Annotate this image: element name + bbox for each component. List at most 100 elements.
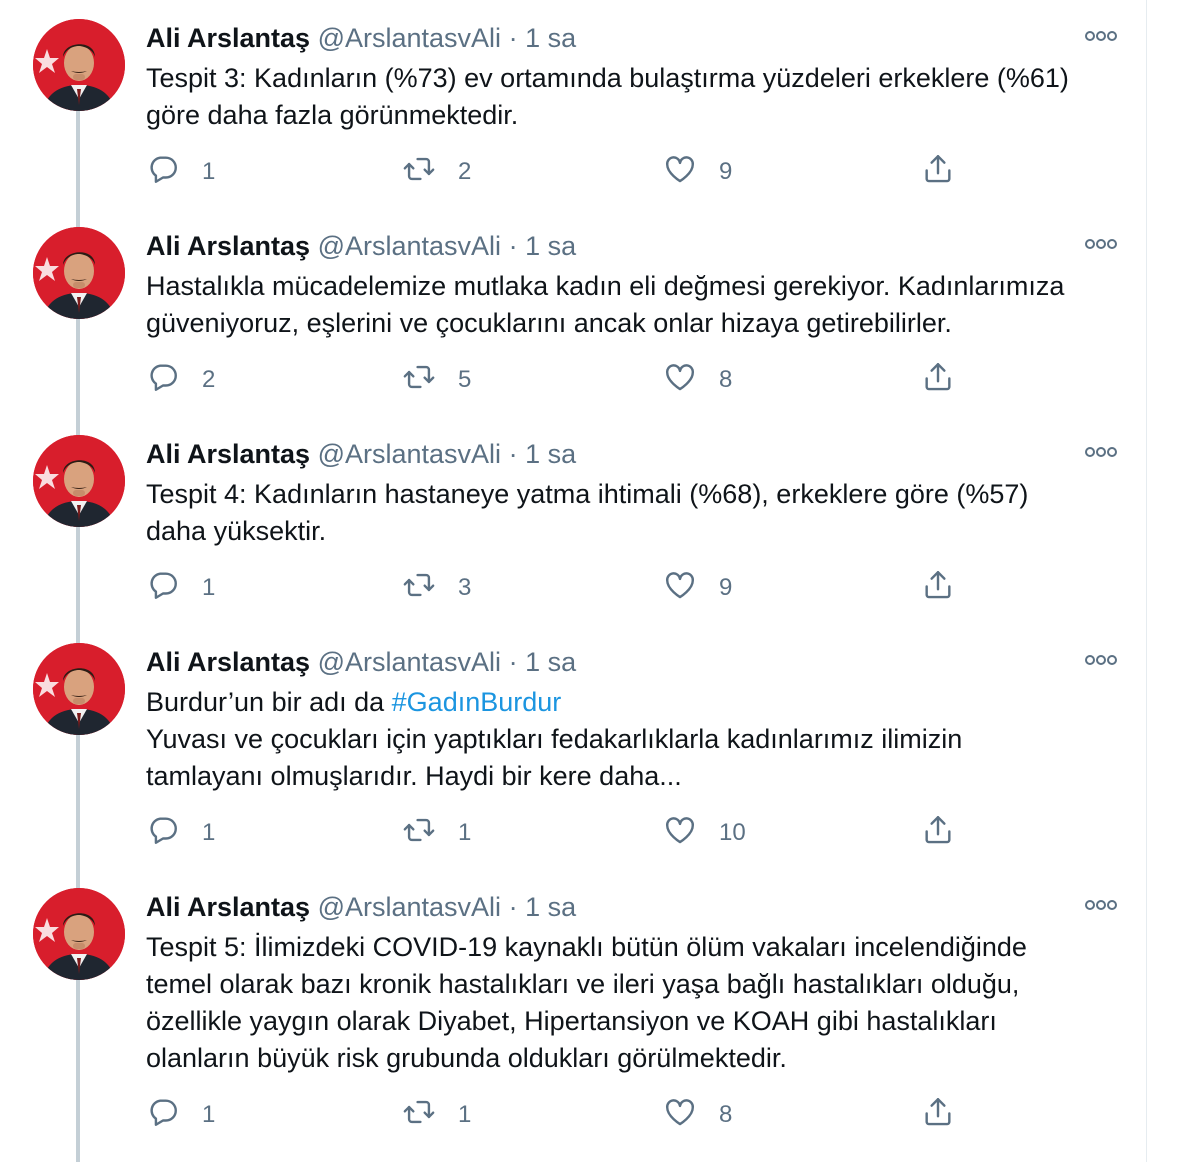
like-icon: [663, 568, 697, 609]
tweet-text: Hastalıkla mücadelemize mutlaka kadın el…: [146, 268, 1136, 342]
tweet-text-line: olanların büyük risk grubunda oldukları …: [146, 1043, 787, 1073]
like-button[interactable]: 9: [663, 152, 732, 192]
tweet[interactable]: Ali Arslantaş @ArslantasvAli · 1 sa Tesp…: [0, 0, 1146, 208]
timestamp[interactable]: 1 sa: [525, 23, 576, 53]
retweet-icon: [402, 1095, 436, 1136]
hashtag-link[interactable]: #GadınBurdur: [392, 687, 562, 717]
reply-button[interactable]: 1: [146, 1095, 215, 1135]
author-name[interactable]: Ali Arslantaş: [146, 892, 310, 922]
tweet-text-line: Yuvası ve çocukları için yaptıkları feda…: [146, 724, 963, 754]
tweet-text-line: Hastalıkla mücadelemize mutlaka kadın el…: [146, 271, 1065, 301]
thread-line: [76, 734, 80, 869]
reply-button[interactable]: 1: [146, 813, 215, 853]
retweet-button[interactable]: 5: [402, 360, 471, 400]
avatar[interactable]: [33, 435, 125, 527]
like-button[interactable]: 10: [663, 813, 746, 853]
like-count: 9: [719, 574, 733, 601]
tweet-actions: 1 1 10: [146, 813, 1046, 853]
retweet-count: 2: [458, 158, 472, 185]
retweet-button[interactable]: 1: [402, 813, 471, 853]
author-name[interactable]: Ali Arslantaş: [146, 647, 310, 677]
more-icon[interactable]: [1083, 897, 1119, 913]
reply-button[interactable]: 2: [146, 360, 215, 400]
reply-icon: [146, 152, 180, 193]
tweet-text: Tespit 5: İlimizdeki COVID-19 kaynaklı b…: [146, 929, 1136, 1077]
like-button[interactable]: 9: [663, 568, 732, 608]
share-button[interactable]: [921, 568, 955, 608]
share-button[interactable]: [921, 813, 955, 853]
like-icon: [663, 1095, 697, 1136]
reply-icon: [146, 568, 180, 609]
reply-count: 1: [202, 819, 216, 846]
tweet-text-line: daha yüksektir.: [146, 516, 327, 546]
share-button[interactable]: [921, 1095, 955, 1135]
reply-count: 2: [202, 366, 216, 393]
reply-button[interactable]: 1: [146, 568, 215, 608]
share-button[interactable]: [921, 152, 955, 192]
author-handle[interactable]: @ArslantasvAli: [318, 23, 501, 53]
tweet-actions: 1 2 9: [146, 152, 1046, 192]
timestamp[interactable]: 1 sa: [525, 892, 576, 922]
tweet-text: Tespit 3: Kadınların (%73) ev ortamında …: [146, 60, 1136, 134]
tweet-text-prefix: Burdur’un bir adı da: [146, 687, 392, 717]
author-handle[interactable]: @ArslantasvAli: [318, 439, 501, 469]
author-name[interactable]: Ali Arslantaş: [146, 231, 310, 261]
author-handle[interactable]: @ArslantasvAli: [318, 231, 501, 261]
retweet-button[interactable]: 1: [402, 1095, 471, 1135]
more-icon[interactable]: [1083, 28, 1119, 44]
like-count: 10: [719, 819, 746, 846]
more-icon[interactable]: [1083, 444, 1119, 460]
separator-dot: ·: [508, 892, 518, 922]
tweet[interactable]: Ali Arslantaş @ArslantasvAli · 1 sa Tesp…: [0, 416, 1146, 624]
like-button[interactable]: 8: [663, 1095, 732, 1135]
author-name[interactable]: Ali Arslantaş: [146, 439, 310, 469]
thread-line: [76, 526, 80, 624]
tweet-text-line: tamlayanı olmuşlarıdır. Haydi bir kere d…: [146, 761, 682, 791]
separator-dot: ·: [508, 231, 518, 261]
tweet-actions: 1 3 9: [146, 568, 1046, 608]
tweet[interactable]: Ali Arslantaş @ArslantasvAli · 1 sa Tesp…: [0, 869, 1146, 1162]
tweet[interactable]: Ali Arslantaş @ArslantasvAli · 1 sa Hast…: [0, 208, 1146, 416]
like-button[interactable]: 8: [663, 360, 732, 400]
share-button[interactable]: [921, 360, 955, 400]
more-icon[interactable]: [1083, 652, 1119, 668]
share-icon: [921, 568, 955, 609]
share-icon: [921, 813, 955, 854]
timestamp[interactable]: 1 sa: [525, 647, 576, 677]
tweet-text: Tespit 4: Kadınların hastaneye yatma iht…: [146, 476, 1136, 550]
avatar[interactable]: [33, 227, 125, 319]
thread-line: [76, 979, 80, 1162]
timestamp[interactable]: 1 sa: [525, 231, 576, 261]
avatar[interactable]: [33, 643, 125, 735]
reply-count: 1: [202, 574, 216, 601]
tweet[interactable]: Ali Arslantaş @ArslantasvAli · 1 sa Burd…: [0, 624, 1146, 869]
reply-button[interactable]: 1: [146, 152, 215, 192]
retweet-icon: [402, 813, 436, 854]
share-icon: [921, 360, 955, 401]
retweet-icon: [402, 360, 436, 401]
like-count: 9: [719, 158, 733, 185]
tweet-text-line: Tespit 5: İlimizdeki COVID-19 kaynaklı b…: [146, 932, 1027, 962]
avatar[interactable]: [33, 19, 125, 111]
retweet-button[interactable]: 3: [402, 568, 471, 608]
tweet-header: Ali Arslantaş @ArslantasvAli · 1 sa: [146, 891, 576, 923]
like-icon: [663, 152, 697, 193]
thread-line: [76, 318, 80, 416]
tweet-text-line: Burdur’un bir adı da #GadınBurdur: [146, 684, 1136, 721]
author-handle[interactable]: @ArslantasvAli: [318, 647, 501, 677]
thread-line: [76, 110, 80, 208]
avatar[interactable]: [33, 888, 125, 980]
tweet-header: Ali Arslantaş @ArslantasvAli · 1 sa: [146, 646, 576, 678]
tweet-header: Ali Arslantaş @ArslantasvAli · 1 sa: [146, 230, 576, 262]
like-count: 8: [719, 366, 733, 393]
retweet-button[interactable]: 2: [402, 152, 471, 192]
author-name[interactable]: Ali Arslantaş: [146, 23, 310, 53]
timestamp[interactable]: 1 sa: [525, 439, 576, 469]
separator-dot: ·: [508, 647, 518, 677]
author-handle[interactable]: @ArslantasvAli: [318, 892, 501, 922]
like-icon: [663, 813, 697, 854]
tweet-text-line: güveniyoruz, eşlerini ve çocuklarını anc…: [146, 308, 952, 338]
more-icon[interactable]: [1083, 236, 1119, 252]
reply-icon: [146, 1095, 180, 1136]
tweet-header: Ali Arslantaş @ArslantasvAli · 1 sa: [146, 438, 576, 470]
